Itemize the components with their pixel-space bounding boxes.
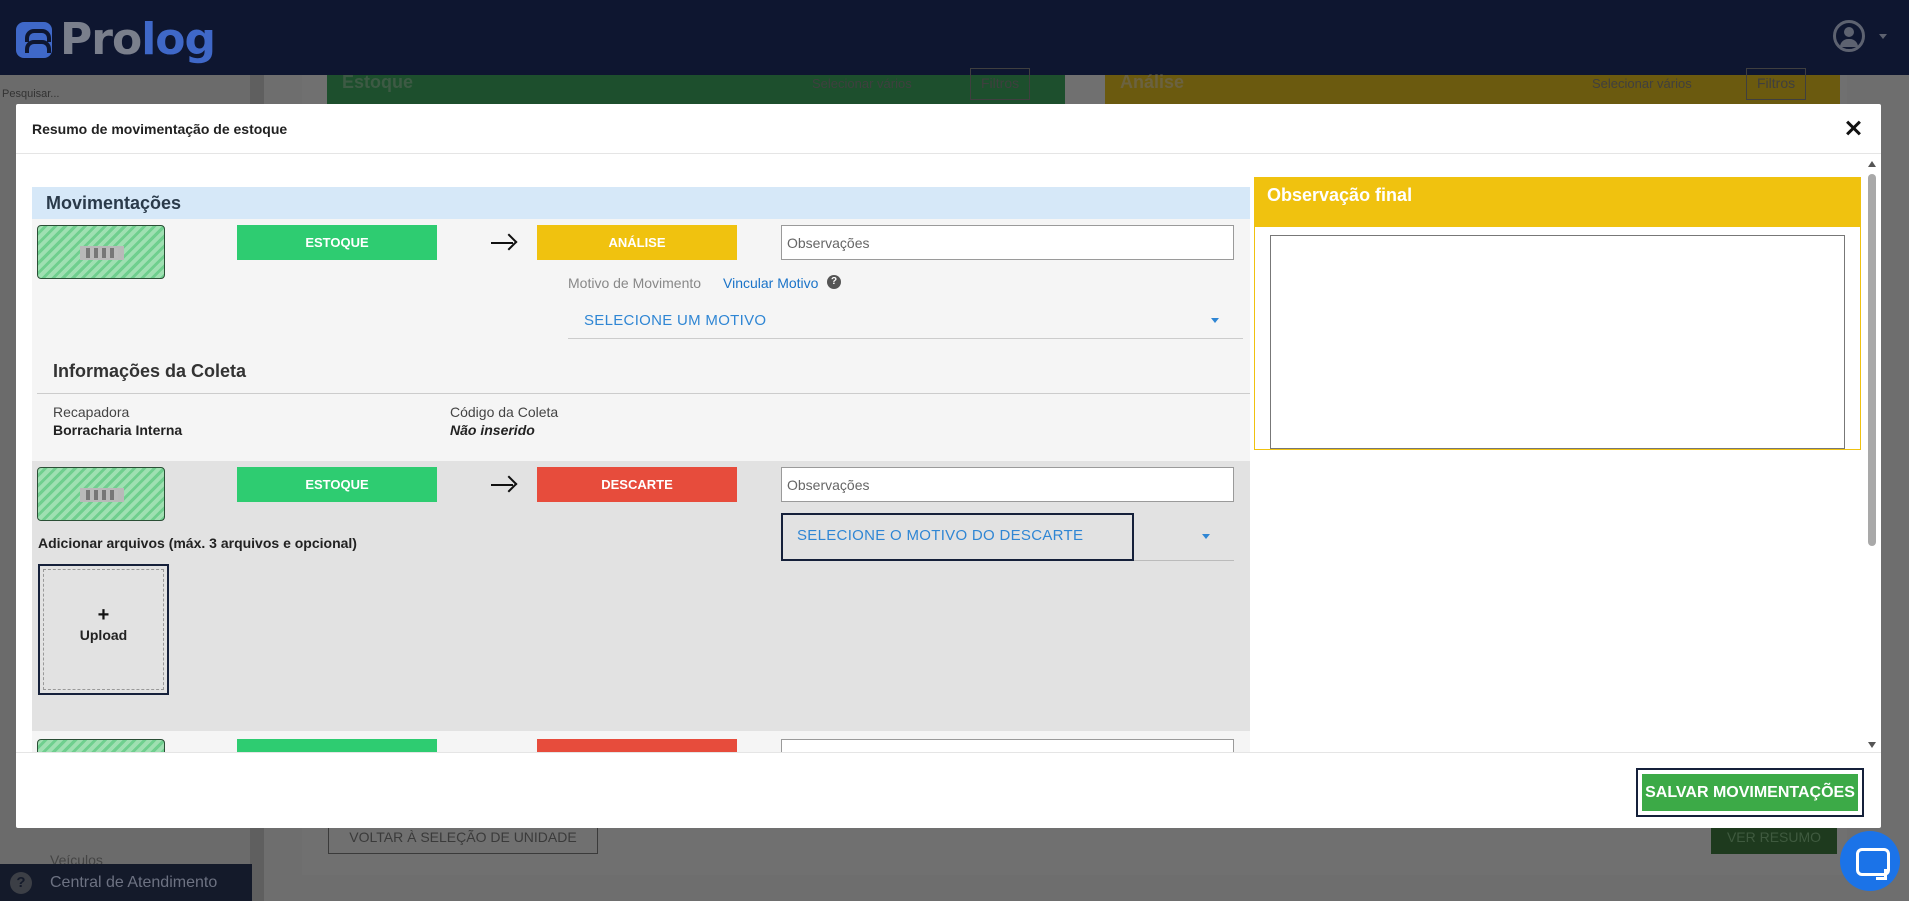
- tire-image: [37, 739, 165, 752]
- user-menu-caret-icon[interactable]: [1879, 34, 1887, 39]
- user-avatar-icon[interactable]: [1833, 20, 1865, 52]
- chevron-down-icon: [1202, 534, 1210, 539]
- final-observation-panel: Observação final: [1254, 177, 1861, 450]
- status-to-descarte: [537, 739, 737, 752]
- close-icon[interactable]: [1841, 116, 1865, 140]
- coleta-section-title: Informações da Coleta: [53, 361, 247, 381]
- link-motivo-link[interactable]: Vincular Motivo: [723, 275, 818, 291]
- help-question-icon[interactable]: ?: [827, 275, 841, 289]
- motivo-select-value: SELECIONE UM MOTIVO: [584, 312, 767, 329]
- motivo-select[interactable]: SELECIONE UM MOTIVO: [568, 301, 1243, 339]
- recapadora-value: Borracharia Interna: [53, 422, 183, 438]
- observations-input[interactable]: [781, 225, 1234, 260]
- scroll-thumb[interactable]: [1868, 174, 1876, 546]
- logo-mark-icon: [16, 21, 52, 58]
- estoque-column-title: Estoque: [342, 72, 414, 92]
- logo-text: Prolog: [60, 14, 216, 65]
- recapadora-label: Recapadora: [53, 404, 130, 420]
- modal-header: Resumo de movimentação de estoque: [16, 104, 1881, 154]
- movement-row: ESTOQUE DESCARTE SELECIONE O MOTIVO DO D…: [32, 461, 1250, 731]
- upload-button[interactable]: + Upload: [38, 564, 169, 695]
- descarte-select-value: SELECIONE O MOTIVO DO DESCARTE: [797, 527, 1084, 544]
- prolog-logo: Prolog: [16, 14, 216, 65]
- modal-footer: SALVAR MOVIMENTAÇÕES: [16, 752, 1881, 828]
- analise-column-title: Análise: [1120, 72, 1185, 92]
- tire-image: [37, 467, 165, 521]
- chevron-down-icon: [1211, 318, 1219, 323]
- analise-column-header: [1105, 75, 1840, 105]
- final-observation-title: Observação final: [1255, 178, 1860, 227]
- status-from-estoque: ESTOQUE: [237, 467, 437, 502]
- status-from-estoque: ESTOQUE: [237, 225, 437, 260]
- arrow-right-icon: [491, 475, 517, 495]
- upload-dropzone[interactable]: + Upload: [43, 569, 164, 690]
- motivo-label: Motivo de Movimento: [568, 275, 702, 291]
- movements-panel: Movimentações ESTOQUE ANÁLISE Motivo de …: [32, 187, 1250, 752]
- upload-label: Upload: [79, 627, 128, 643]
- help-center-label: Central de Atendimento: [50, 873, 218, 891]
- tire-code-blurred: [80, 246, 124, 260]
- tire-code-blurred: [80, 488, 124, 502]
- final-observation-textarea[interactable]: [1270, 235, 1845, 449]
- estoque-filters-button[interactable]: Filtros: [970, 68, 1031, 100]
- codigo-coleta-label: Código da Coleta: [450, 404, 559, 420]
- save-button-focus-ring: SALVAR MOVIMENTAÇÕES: [1636, 768, 1864, 817]
- analise-filters-button[interactable]: Filtros: [1746, 68, 1807, 100]
- divider: [37, 393, 1250, 394]
- add-files-label: Adicionar arquivos (máx. 3 arquivos e op…: [38, 535, 357, 551]
- help-icon: ?: [10, 871, 32, 894]
- status-to-descarte: DESCARTE: [537, 467, 737, 502]
- status-to-analise: ANÁLISE: [537, 225, 737, 260]
- movements-header: Movimentações: [32, 187, 1250, 219]
- modal-body: Movimentações ESTOQUE ANÁLISE Motivo de …: [16, 155, 1881, 752]
- status-from-estoque: [237, 739, 437, 752]
- scroll-up-icon[interactable]: [1868, 161, 1876, 167]
- tire-image: [37, 225, 165, 279]
- estoque-column-header: [327, 75, 1065, 105]
- plus-icon: +: [97, 604, 110, 626]
- top-navbar: Prolog: [0, 0, 1909, 75]
- observations-input[interactable]: [781, 739, 1234, 752]
- observations-input[interactable]: [781, 467, 1234, 502]
- arrow-right-icon: [491, 233, 517, 253]
- estoque-select-many[interactable]: Selecionar vários: [812, 76, 912, 91]
- descarte-motivo-select[interactable]: SELECIONE O MOTIVO DO DESCARTE: [781, 513, 1234, 561]
- stock-movement-summary-modal: Resumo de movimentação de estoque Movime…: [16, 104, 1881, 828]
- modal-title: Resumo de movimentação de estoque: [32, 120, 288, 137]
- movement-row: [32, 731, 1250, 752]
- codigo-coleta-value: Não inserido: [450, 422, 535, 438]
- scroll-down-icon[interactable]: [1868, 742, 1876, 748]
- modal-scrollbar[interactable]: [1867, 155, 1877, 752]
- save-movements-button[interactable]: SALVAR MOVIMENTAÇÕES: [1642, 774, 1858, 811]
- help-center-bar[interactable]: ? Central de Atendimento: [0, 864, 252, 901]
- sidebar-search-input[interactable]: Pesquisar...: [0, 78, 264, 106]
- chat-support-icon[interactable]: [1840, 831, 1900, 891]
- analise-select-many[interactable]: Selecionar vários: [1592, 76, 1692, 91]
- movement-row: ESTOQUE ANÁLISE Motivo de Movimento Vinc…: [32, 219, 1250, 461]
